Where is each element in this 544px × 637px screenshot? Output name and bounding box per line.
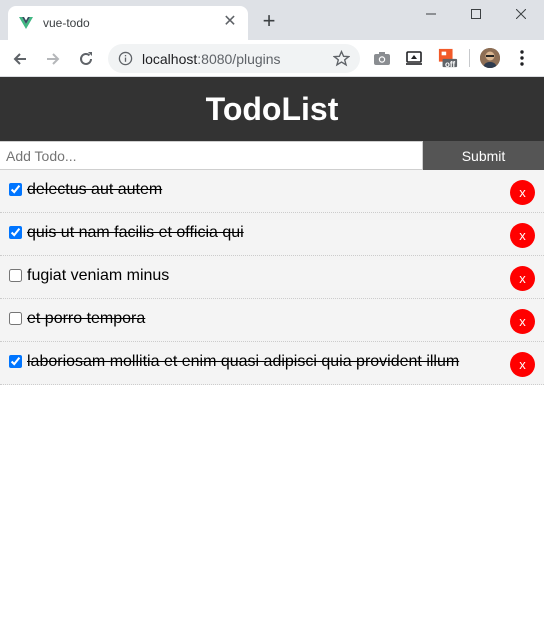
info-icon[interactable] bbox=[118, 51, 133, 66]
todo-checkbox[interactable] bbox=[9, 269, 22, 282]
todo-title: delectus aut autem bbox=[27, 181, 163, 198]
camera-extension-button[interactable] bbox=[372, 48, 392, 68]
maximize-button[interactable] bbox=[453, 0, 499, 28]
todo-checkbox[interactable] bbox=[9, 226, 22, 239]
browser-tab[interactable]: vue-todo ✕ bbox=[8, 6, 248, 40]
cast-icon bbox=[406, 51, 422, 65]
browser-toolbar: localhost:8080/plugins off bbox=[0, 40, 544, 77]
url-path: :8080/plugins bbox=[197, 51, 281, 67]
todo-item: delectus aut autem x bbox=[0, 170, 544, 213]
tab-close-icon[interactable]: ✕ bbox=[220, 12, 240, 32]
reload-button[interactable] bbox=[74, 47, 98, 71]
tab-title: vue-todo bbox=[43, 16, 90, 30]
cast-extension-button[interactable] bbox=[404, 48, 424, 68]
camera-icon bbox=[374, 52, 390, 65]
todo-checkbox[interactable] bbox=[9, 355, 22, 368]
delete-todo-button[interactable]: x bbox=[510, 352, 535, 377]
todo-title: fugiat veniam minus bbox=[27, 267, 170, 284]
toolbar-divider bbox=[469, 49, 470, 67]
back-button[interactable] bbox=[8, 47, 32, 71]
arrow-right-icon bbox=[47, 53, 60, 65]
todo-checkbox[interactable] bbox=[9, 183, 22, 196]
browser-menu-button[interactable] bbox=[512, 48, 532, 68]
todo-title: laboriosam mollitia et enim quasi adipis… bbox=[27, 353, 460, 370]
more-vert-icon bbox=[520, 50, 524, 66]
add-todo-form: Submit bbox=[0, 141, 544, 170]
minimize-icon bbox=[426, 13, 436, 15]
delete-todo-button[interactable]: x bbox=[510, 223, 535, 248]
submit-button[interactable]: Submit bbox=[423, 141, 544, 170]
todo-item: et porro tempora x bbox=[0, 299, 544, 342]
app-header: TodoList bbox=[0, 77, 544, 141]
close-icon bbox=[516, 9, 526, 19]
todo-item: laboriosam mollitia et enim quasi adipis… bbox=[0, 342, 544, 385]
minimize-button[interactable] bbox=[408, 0, 454, 28]
close-window-button[interactable] bbox=[498, 0, 544, 28]
todo-item: fugiat veniam minus x bbox=[0, 256, 544, 299]
profile-avatar[interactable] bbox=[480, 48, 500, 68]
delete-todo-button[interactable]: x bbox=[510, 309, 535, 334]
star-icon[interactable] bbox=[333, 50, 350, 67]
todo-title: et porro tempora bbox=[27, 310, 146, 327]
todo-title: quis ut nam facilis et officia qui bbox=[27, 224, 244, 241]
vue-logo-icon bbox=[19, 17, 33, 29]
maximize-icon bbox=[471, 9, 481, 19]
add-todo-input[interactable] bbox=[0, 141, 423, 170]
arrow-left-icon bbox=[13, 53, 26, 65]
page-title: TodoList bbox=[205, 90, 339, 127]
extension-badge: off bbox=[445, 60, 456, 69]
delete-todo-button[interactable]: x bbox=[510, 180, 535, 205]
url-text: localhost:8080/plugins bbox=[142, 51, 281, 67]
url-host: localhost bbox=[142, 51, 198, 67]
browser-tabstrip: vue-todo ✕ + bbox=[0, 0, 544, 40]
new-tab-icon[interactable]: + bbox=[258, 10, 280, 32]
delete-todo-button[interactable]: x bbox=[510, 266, 535, 291]
todo-list: delectus aut autem x quis ut nam facilis e… bbox=[0, 170, 544, 385]
todo-checkbox[interactable] bbox=[9, 312, 22, 325]
todo-item: quis ut nam facilis et officia qui x bbox=[0, 213, 544, 256]
forward-button[interactable] bbox=[41, 47, 65, 71]
avatar-icon bbox=[480, 48, 500, 68]
reload-icon bbox=[80, 52, 92, 65]
address-bar[interactable]: localhost:8080/plugins bbox=[108, 44, 360, 73]
